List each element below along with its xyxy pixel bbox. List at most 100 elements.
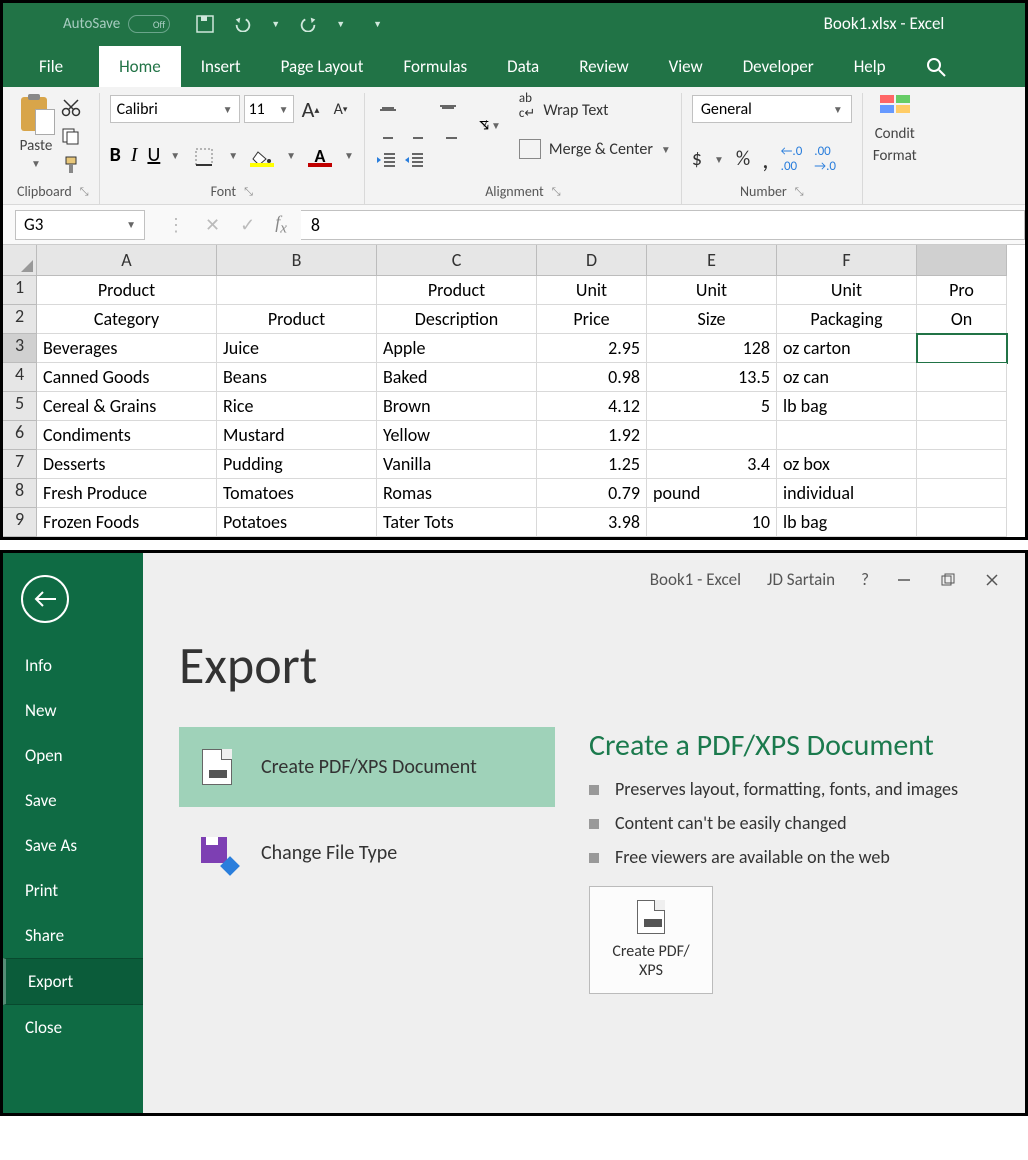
paste-dropdown-icon[interactable]: ▼ xyxy=(31,157,41,170)
tab-home[interactable]: Home xyxy=(99,46,181,87)
increase-decimal-icon[interactable]: ←.0.00 xyxy=(781,144,803,174)
col-header-d[interactable]: D xyxy=(537,245,647,276)
tell-me-search-icon[interactable] xyxy=(906,47,946,87)
font-size-select[interactable]: 11▼ xyxy=(244,95,294,123)
cell[interactable]: 2.95 xyxy=(537,334,647,363)
orientation-button[interactable]: ⦪▼ xyxy=(479,112,501,134)
sidebar-item-open[interactable]: Open xyxy=(3,733,143,778)
cell[interactable] xyxy=(917,363,1007,392)
sidebar-item-share[interactable]: Share xyxy=(3,913,143,958)
cell[interactable]: Vanilla xyxy=(377,450,537,479)
cell[interactable]: Unit xyxy=(777,276,917,305)
help-icon[interactable]: ? xyxy=(861,569,869,590)
cell[interactable]: Category xyxy=(37,305,217,334)
italic-button[interactable]: I xyxy=(131,144,138,167)
cell[interactable]: Product xyxy=(217,305,377,334)
cancel-formula-icon[interactable]: ✕ xyxy=(205,214,220,236)
change-file-type-option[interactable]: Change File Type xyxy=(179,813,555,893)
cell[interactable]: Product xyxy=(37,276,217,305)
cell[interactable]: 1.92 xyxy=(537,421,647,450)
cell[interactable] xyxy=(777,421,917,450)
cell[interactable]: Pudding xyxy=(217,450,377,479)
cell[interactable] xyxy=(647,421,777,450)
cell[interactable]: Size xyxy=(647,305,777,334)
qat-customize-icon[interactable]: ▼ xyxy=(373,19,382,30)
number-dialog-icon[interactable]: ⤡ xyxy=(795,185,804,199)
cell[interactable]: Cereal & Grains xyxy=(37,392,217,421)
copy-icon[interactable] xyxy=(61,127,81,145)
row-header[interactable]: 4 xyxy=(3,363,37,392)
cell[interactable]: Tater Tots xyxy=(377,508,537,537)
sidebar-item-save[interactable]: Save xyxy=(3,778,143,823)
sidebar-item-new[interactable]: New xyxy=(3,688,143,733)
accounting-dropdown-icon[interactable]: ▼ xyxy=(714,153,724,166)
merge-center-button[interactable]: Merge & Center▼ xyxy=(519,139,671,159)
cell[interactable]: 4.12 xyxy=(537,392,647,421)
cut-icon[interactable] xyxy=(61,99,81,117)
col-header-c[interactable]: C xyxy=(377,245,537,276)
bold-button[interactable]: B xyxy=(110,143,121,167)
decrease-decimal-icon[interactable]: .00→.0 xyxy=(814,144,836,174)
align-left-icon[interactable] xyxy=(375,125,401,151)
cell[interactable]: Pro xyxy=(917,276,1007,305)
increase-font-icon[interactable]: A▴ xyxy=(298,96,324,122)
align-middle-icon[interactable] xyxy=(405,95,431,121)
cell[interactable]: 1.25 xyxy=(537,450,647,479)
enter-formula-icon[interactable]: ✓ xyxy=(240,214,255,236)
cell[interactable]: Baked xyxy=(377,363,537,392)
cell[interactable]: Fresh Produce xyxy=(37,479,217,508)
cell[interactable] xyxy=(217,276,377,305)
cell[interactable]: Tomatoes xyxy=(217,479,377,508)
name-box[interactable]: G3▼ xyxy=(15,210,145,240)
minimize-icon[interactable] xyxy=(895,571,913,589)
increase-indent-icon[interactable] xyxy=(403,151,425,169)
font-color-button[interactable]: A xyxy=(306,143,334,167)
cell[interactable]: Canned Goods xyxy=(37,363,217,392)
cell[interactable]: 0.98 xyxy=(537,363,647,392)
cell[interactable]: Romas xyxy=(377,479,537,508)
cell[interactable]: Yellow xyxy=(377,421,537,450)
cell[interactable] xyxy=(917,479,1007,508)
cell[interactable]: On xyxy=(917,305,1007,334)
cell[interactable]: 3.98 xyxy=(537,508,647,537)
alignment-dialog-icon[interactable]: ⤡ xyxy=(552,185,561,199)
align-bottom-icon[interactable] xyxy=(435,95,461,121)
redo-icon[interactable] xyxy=(298,14,318,34)
tab-developer[interactable]: Developer xyxy=(723,46,834,87)
align-center-icon[interactable] xyxy=(405,125,431,151)
cell[interactable]: 13.5 xyxy=(647,363,777,392)
undo-dropdown-icon[interactable]: ▼ xyxy=(271,19,280,30)
row-header[interactable]: 3 xyxy=(3,334,37,363)
tab-file[interactable]: File xyxy=(3,46,99,87)
cell[interactable]: pound xyxy=(647,479,777,508)
cell[interactable]: Frozen Foods xyxy=(37,508,217,537)
cell[interactable]: oz can xyxy=(777,363,917,392)
tab-formulas[interactable]: Formulas xyxy=(383,46,487,87)
cell[interactable]: oz carton xyxy=(777,334,917,363)
format-painter-icon[interactable] xyxy=(61,155,81,175)
tab-review[interactable]: Review xyxy=(559,46,648,87)
sidebar-item-info[interactable]: Info xyxy=(3,643,143,688)
decrease-indent-icon[interactable] xyxy=(375,151,397,169)
row-header[interactable]: 7 xyxy=(3,450,37,479)
create-pdf-xps-option[interactable]: Create PDF/XPS Document xyxy=(179,727,555,807)
sidebar-item-save-as[interactable]: Save As xyxy=(3,823,143,868)
cell[interactable] xyxy=(917,508,1007,537)
col-header-a[interactable]: A xyxy=(37,245,217,276)
cell[interactable]: Desserts xyxy=(37,450,217,479)
cell[interactable]: lb bag xyxy=(777,392,917,421)
cell[interactable]: 0.79 xyxy=(537,479,647,508)
cell[interactable]: Packaging xyxy=(777,305,917,334)
cell-selected[interactable] xyxy=(917,334,1007,363)
cell[interactable]: Rice xyxy=(217,392,377,421)
sidebar-item-print[interactable]: Print xyxy=(3,868,143,913)
clipboard-dialog-icon[interactable]: ⤡ xyxy=(80,185,89,199)
col-header-b[interactable]: B xyxy=(217,245,377,276)
cell[interactable]: Unit xyxy=(537,276,647,305)
cell[interactable]: Condiments xyxy=(37,421,217,450)
undo-icon[interactable] xyxy=(233,14,253,34)
cell[interactable] xyxy=(917,392,1007,421)
cell[interactable]: Mustard xyxy=(217,421,377,450)
cell[interactable]: Brown xyxy=(377,392,537,421)
borders-button[interactable] xyxy=(190,143,218,167)
